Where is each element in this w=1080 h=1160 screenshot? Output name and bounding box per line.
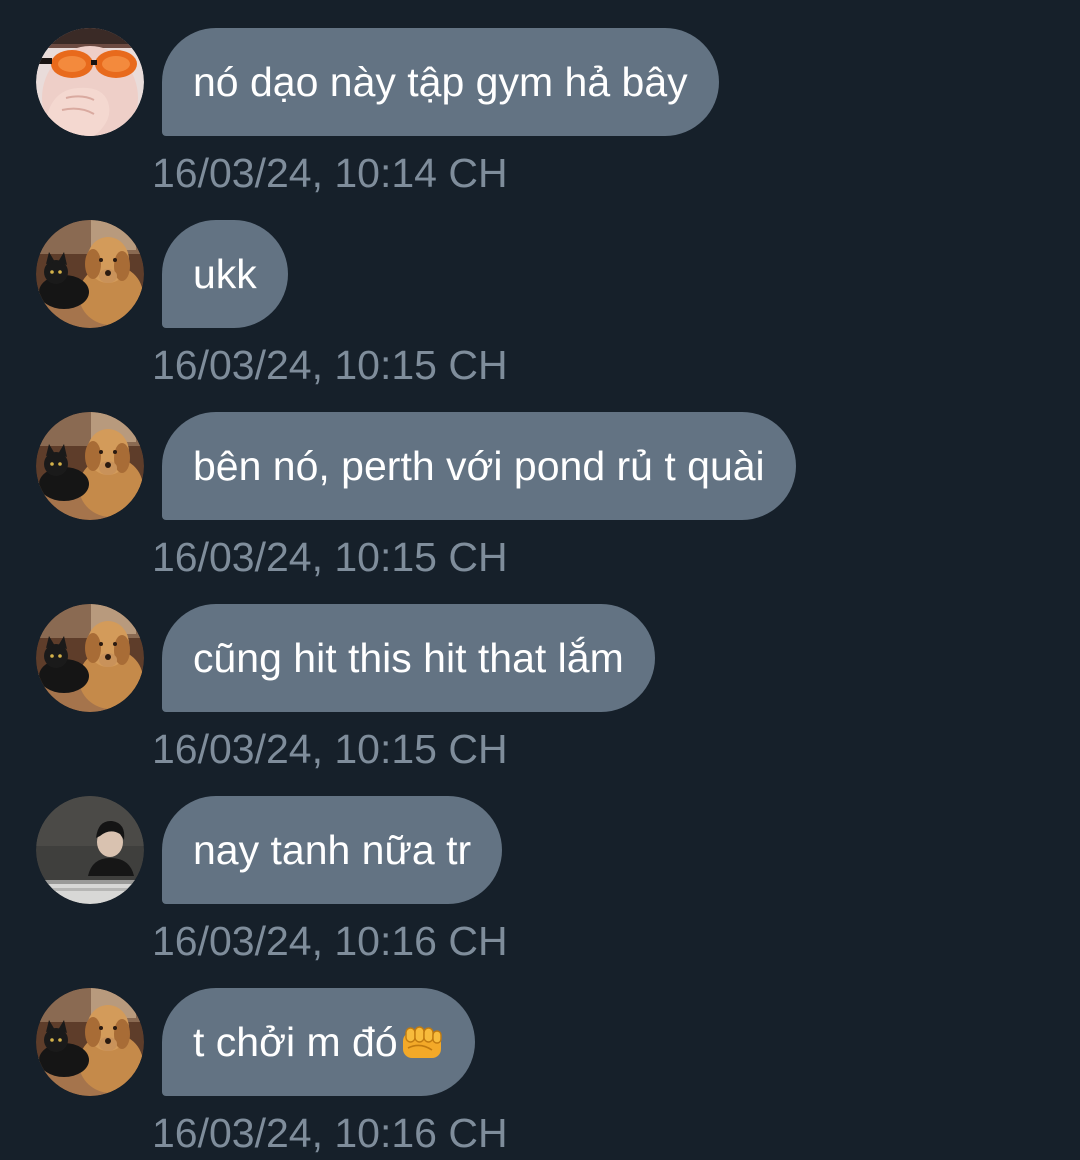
message-row: t chởi m đó 16/03/24, 10:16 CH [0, 960, 1080, 1156]
dog-and-cat-icon [36, 604, 144, 712]
oncoming-fist-icon [402, 1026, 442, 1058]
message-text: t chởi m đó [193, 1019, 398, 1065]
message-timestamp: 16/03/24, 10:16 CH [152, 918, 508, 964]
avatar[interactable] [36, 412, 144, 520]
message-bubble[interactable]: ukk [162, 220, 288, 328]
chat-thread: nó dạo này tập gym hả bây 16/03/24, 10:1… [0, 0, 1080, 1160]
message-bubble[interactable]: nó dạo này tập gym hả bây [162, 28, 719, 136]
message-bubble[interactable]: t chởi m đó [162, 988, 475, 1096]
message-timestamp: 16/03/24, 10:15 CH [152, 342, 508, 388]
dog-and-cat-icon [36, 412, 144, 520]
message-timestamp: 16/03/24, 10:14 CH [152, 150, 508, 196]
message-bubble[interactable]: nay tanh nữa tr [162, 796, 503, 904]
message-bubble[interactable]: cũng hit this hit that lắm [162, 604, 655, 712]
avatar[interactable] [36, 220, 144, 328]
message-row: ukk 16/03/24, 10:15 CH [0, 192, 1080, 388]
avatar[interactable] [36, 796, 144, 904]
avatar[interactable] [36, 988, 144, 1096]
person-at-desk-icon [36, 796, 144, 904]
message-timestamp: 16/03/24, 10:16 CH [152, 1110, 508, 1156]
message-timestamp: 16/03/24, 10:15 CH [152, 726, 508, 772]
message-bubble[interactable]: bên nó, perth với pond rủ t quài [162, 412, 796, 520]
dog-and-cat-icon [36, 988, 144, 1096]
avatar[interactable] [36, 28, 144, 136]
sunglasses-person-icon [36, 28, 144, 136]
message-row: nó dạo này tập gym hả bây 16/03/24, 10:1… [0, 0, 1080, 196]
message-row: cũng hit this hit that lắm 16/03/24, 10:… [0, 576, 1080, 772]
message-row: nay tanh nữa tr 16/03/24, 10:16 CH [0, 768, 1080, 964]
message-row: bên nó, perth với pond rủ t quài 16/03/2… [0, 384, 1080, 580]
dog-and-cat-icon [36, 220, 144, 328]
message-timestamp: 16/03/24, 10:15 CH [152, 534, 508, 580]
avatar[interactable] [36, 604, 144, 712]
